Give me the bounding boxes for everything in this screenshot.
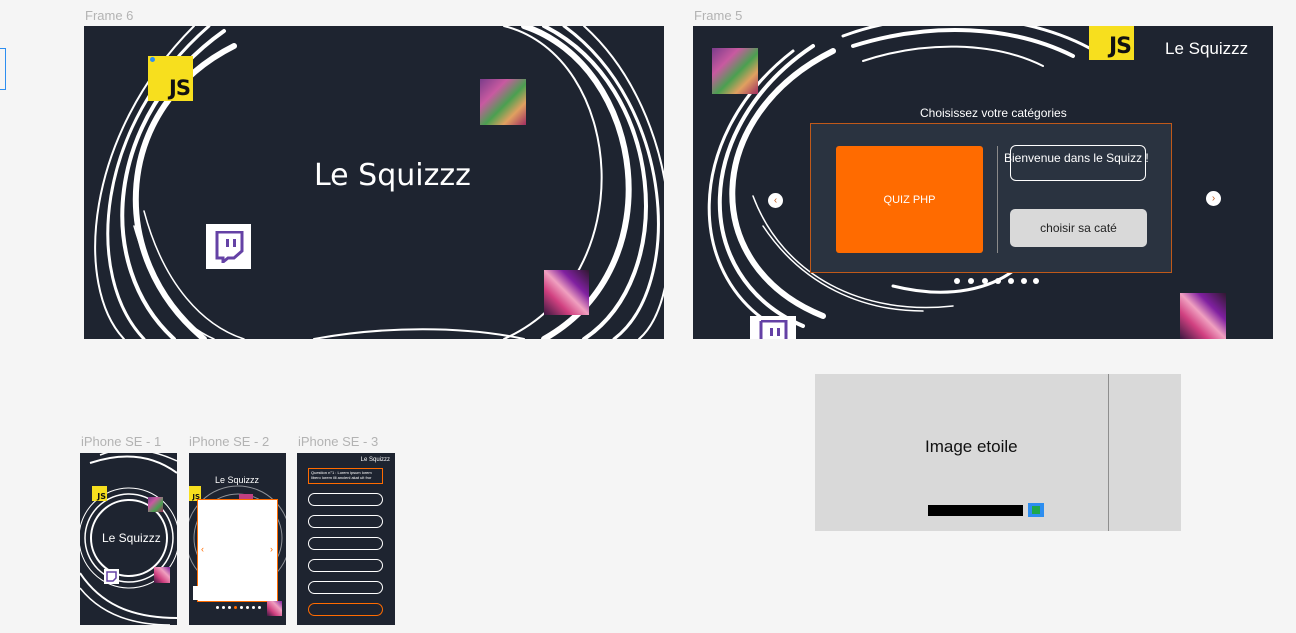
star-icon <box>1032 506 1040 514</box>
question-box: Question n°1 : Lorem ipsum lorem libero … <box>308 468 383 484</box>
selection-handle <box>150 57 155 62</box>
carousel-dot[interactable] <box>995 278 1001 284</box>
header-title: Le Squizzz <box>215 475 260 485</box>
progress-bar <box>928 505 1023 516</box>
carousel-dot[interactable] <box>234 606 237 609</box>
carousel-dot[interactable] <box>216 606 219 609</box>
carousel-prev-button[interactable]: ‹ <box>768 193 783 208</box>
carousel-dot[interactable] <box>252 606 255 609</box>
twitch-icon <box>106 571 117 582</box>
twitch-logo <box>193 586 199 600</box>
image-etoile-component[interactable]: Image etoile <box>815 374 1181 531</box>
carousel-dot[interactable] <box>258 606 261 609</box>
frame-6[interactable]: JS Le Squizzz <box>84 26 664 339</box>
page-title: Le Squizzz <box>102 531 161 545</box>
anime-art-image <box>544 270 589 315</box>
anime-art-image <box>480 79 526 125</box>
quiz-php-button[interactable]: QUIZ PHP <box>836 146 983 253</box>
category-carousel-card: QUIZ PHP Bienvenue dans le Squizz ! choi… <box>810 123 1172 273</box>
twitch-logo <box>206 224 251 269</box>
submit-button[interactable] <box>308 603 383 616</box>
twitch-logo <box>750 316 796 339</box>
anime-art-image <box>712 48 758 94</box>
categories-label: Choisissez votre catégories <box>920 106 1067 120</box>
carousel-dot[interactable] <box>228 606 231 609</box>
carousel-dot[interactable] <box>1008 278 1014 284</box>
carousel-dot[interactable] <box>1033 278 1039 284</box>
phone-3-label[interactable]: iPhone SE - 3 <box>298 434 378 449</box>
iphone-se-2-frame[interactable]: Le Squizzz JS ‹ › <box>189 453 286 625</box>
answer-option[interactable] <box>308 559 383 572</box>
welcome-text: Bienvenue dans le Squizz ! <box>1004 151 1149 165</box>
carousel-dot[interactable] <box>1021 278 1027 284</box>
anime-art-image <box>148 497 163 512</box>
carousel-dot[interactable] <box>240 606 243 609</box>
anime-art-image <box>1180 293 1226 339</box>
choose-category-button[interactable]: choisir sa caté <box>1010 209 1147 247</box>
carousel-dot[interactable] <box>222 606 225 609</box>
image-label: Image etoile <box>925 437 1018 456</box>
js-logo: JS <box>1089 26 1134 60</box>
twitch-icon <box>759 320 788 339</box>
anime-art-image <box>267 601 282 616</box>
star-image-thumbnail <box>1028 503 1044 517</box>
carousel-prev-button[interactable]: ‹ <box>201 544 204 554</box>
carousel-dot[interactable] <box>954 278 960 284</box>
answer-option[interactable] <box>308 515 383 528</box>
carousel-dot[interactable] <box>982 278 988 284</box>
iphone-se-1-frame[interactable]: JS Le Squizzz <box>80 453 177 625</box>
header-title: Le Squizzz <box>1165 39 1249 58</box>
js-logo: JS <box>92 486 107 501</box>
divider <box>997 146 998 253</box>
js-logo: JS <box>148 56 193 101</box>
carousel-card: ‹ › <box>197 499 278 602</box>
twitch-icon <box>215 230 243 263</box>
carousel-next-button[interactable]: › <box>1206 191 1221 206</box>
twitch-logo <box>104 569 119 584</box>
answer-option[interactable] <box>308 581 383 594</box>
answer-option[interactable] <box>308 537 383 550</box>
frame-5[interactable]: JS Le Squizzz Choisissez votre catégorie… <box>693 26 1273 339</box>
phone-2-label[interactable]: iPhone SE - 2 <box>189 434 269 449</box>
frame-5-label[interactable]: Frame 5 <box>694 8 742 23</box>
selection-outline <box>0 48 6 90</box>
iphone-se-3-frame[interactable]: Le Squizzz Question n°1 : Lorem ipsum lo… <box>297 453 395 625</box>
carousel-dot[interactable] <box>968 278 974 284</box>
page-title: Le Squizzz <box>314 158 471 193</box>
anime-art-image <box>154 567 170 583</box>
divider <box>1108 374 1109 531</box>
frame-6-label[interactable]: Frame 6 <box>85 8 133 23</box>
carousel-dot[interactable] <box>246 606 249 609</box>
carousel-next-button[interactable]: › <box>270 544 273 554</box>
header-title: Le Squizzz <box>360 457 390 463</box>
answer-option[interactable] <box>308 493 383 506</box>
phone-1-label[interactable]: iPhone SE - 1 <box>81 434 161 449</box>
